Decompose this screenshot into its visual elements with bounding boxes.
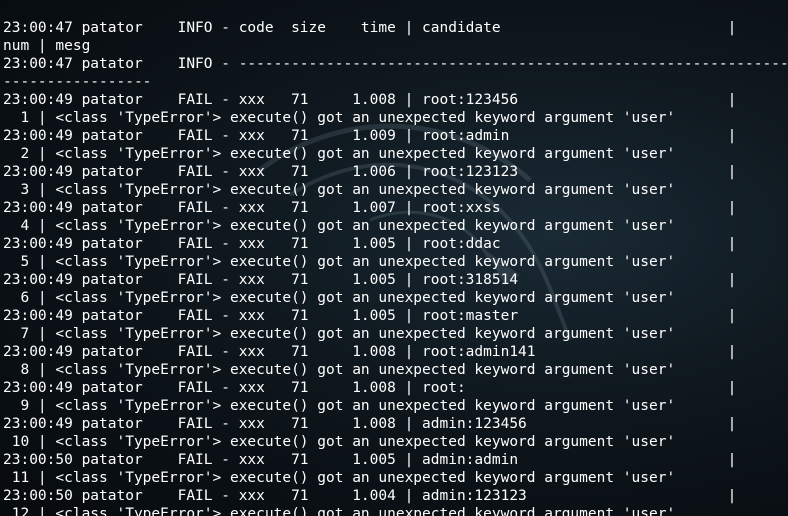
- terminal-line: 10 | <class 'TypeError'> execute() got a…: [3, 434, 676, 450]
- terminal-line: 3 | <class 'TypeError'> execute() got an…: [3, 182, 676, 198]
- terminal-line: 23:00:49 patator FAIL - xxx 71 1.008 | r…: [3, 92, 737, 108]
- terminal-line: 7 | <class 'TypeError'> execute() got an…: [3, 326, 676, 342]
- terminal-line: 23:00:47 patator INFO - ----------------…: [3, 56, 788, 72]
- terminal-line: 23:00:49 patator FAIL - xxx 71 1.009 | r…: [3, 128, 737, 144]
- terminal-line: 23:00:49 patator FAIL - xxx 71 1.008 | r…: [3, 380, 737, 396]
- terminal-line: 2 | <class 'TypeError'> execute() got an…: [3, 146, 676, 162]
- terminal-line: 5 | <class 'TypeError'> execute() got an…: [3, 254, 676, 270]
- terminal-line: 23:00:49 patator FAIL - xxx 71 1.006 | r…: [3, 164, 737, 180]
- terminal-line: 23:00:49 patator FAIL - xxx 71 1.008 | a…: [3, 416, 737, 432]
- terminal-line: 23:00:49 patator FAIL - xxx 71 1.007 | r…: [3, 200, 737, 216]
- terminal-line: 23:00:47 patator INFO - code size time |…: [3, 20, 737, 36]
- terminal-line: 9 | <class 'TypeError'> execute() got an…: [3, 398, 676, 414]
- terminal-window[interactable]: 23:00:47 patator INFO - code size time |…: [0, 0, 788, 516]
- terminal-line: num | mesg: [3, 38, 91, 54]
- terminal-line: -----------------: [3, 74, 152, 90]
- terminal-line: 23:00:49 patator FAIL - xxx 71 1.005 | r…: [3, 236, 737, 252]
- terminal-line: 23:00:49 patator FAIL - xxx 71 1.005 | r…: [3, 272, 737, 288]
- terminal-line: 8 | <class 'TypeError'> execute() got an…: [3, 362, 676, 378]
- terminal-line: 6 | <class 'TypeError'> execute() got an…: [3, 290, 676, 306]
- terminal-line: 23:00:49 patator FAIL - xxx 71 1.005 | r…: [3, 308, 737, 324]
- terminal-line: 1 | <class 'TypeError'> execute() got an…: [3, 110, 676, 126]
- terminal-line: 23:00:50 patator FAIL - xxx 71 1.004 | a…: [3, 488, 737, 504]
- terminal-output: 23:00:47 patator INFO - code size time |…: [3, 19, 788, 516]
- terminal-line: 23:00:49 patator FAIL - xxx 71 1.008 | r…: [3, 344, 737, 360]
- terminal-line: 23:00:50 patator FAIL - xxx 71 1.005 | a…: [3, 452, 737, 468]
- terminal-line: 12 | <class 'TypeError'> execute() got a…: [3, 506, 676, 516]
- terminal-line: 11 | <class 'TypeError'> execute() got a…: [3, 470, 676, 486]
- terminal-line: 4 | <class 'TypeError'> execute() got an…: [3, 218, 676, 234]
